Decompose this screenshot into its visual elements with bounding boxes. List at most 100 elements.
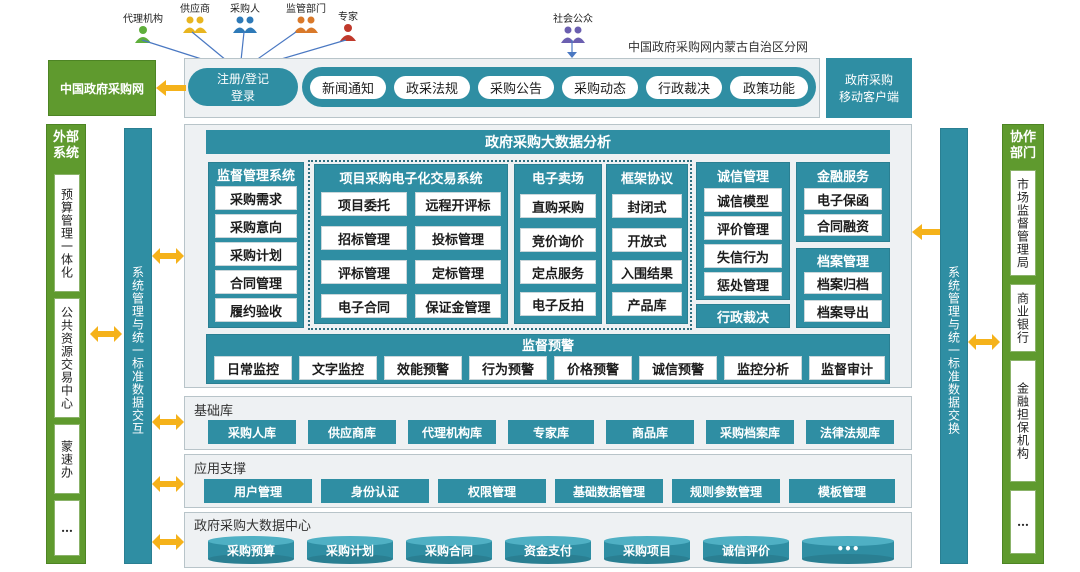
emall-title: 电子卖场	[531, 171, 584, 187]
item-shortlist-result[interactable]: 入围结果	[612, 260, 682, 284]
item-penalty[interactable]: 惩处管理	[704, 272, 782, 296]
tab-news[interactable]: 新闻通知	[310, 76, 386, 99]
tab-ruling[interactable]: 行政裁决	[646, 76, 722, 99]
bigdata-title[interactable]: 政府采购大数据分析	[206, 130, 890, 154]
partner-item-more: …	[1010, 490, 1036, 554]
arrow-both-icon	[152, 414, 184, 430]
supervision-mgmt-title: 监督管理系统	[216, 168, 295, 184]
lib-supplier[interactable]: 供应商库	[308, 420, 396, 444]
item-bidding-inquiry[interactable]: 竞价询价	[520, 228, 596, 252]
item-deposit-mgmt[interactable]: 保证金管理	[415, 294, 501, 318]
db-project[interactable]: 采购项目	[604, 536, 690, 564]
item-e-contract[interactable]: 电子合同	[321, 294, 407, 318]
support-user-mgmt[interactable]: 用户管理	[204, 479, 312, 503]
data-center-title: 政府采购大数据中心	[194, 519, 312, 534]
item-contract-mgmt[interactable]: 合同管理	[215, 270, 297, 294]
partner-item-guarantee[interactable]: 金融担保机构	[1010, 360, 1036, 482]
partner-title: 协作 部门	[1009, 130, 1036, 161]
item-purchase-demand[interactable]: 采购需求	[215, 186, 297, 210]
partner-item-bank[interactable]: 商业银行	[1010, 284, 1036, 352]
right-exchange-label: 系统管理与统一标准数据交换	[946, 265, 961, 435]
db-budget[interactable]: 采购预算	[208, 536, 294, 564]
arrow-both-icon	[152, 534, 184, 550]
item-evaluation[interactable]: 评价管理	[704, 216, 782, 240]
item-open[interactable]: 开放式	[612, 228, 682, 252]
item-price-warning[interactable]: 价格预警	[554, 356, 632, 380]
app-support-title: 应用支撑	[194, 462, 247, 477]
support-permission[interactable]: 权限管理	[438, 479, 546, 503]
support-identity[interactable]: 身份认证	[321, 479, 429, 503]
db-plan[interactable]: 采购计划	[307, 536, 393, 564]
item-supervision-audit[interactable]: 监督审计	[809, 356, 885, 380]
support-base-data[interactable]: 基础数据管理	[555, 479, 663, 503]
item-purchase-intent[interactable]: 采购意向	[215, 214, 297, 238]
portal-title: 中国政府采购网内蒙古自治区分网	[628, 40, 809, 54]
lib-purchaser[interactable]: 采购人库	[208, 420, 296, 444]
base-lib-title: 基础库	[194, 404, 234, 419]
item-product-library[interactable]: 产品库	[612, 292, 682, 316]
db-more: •••	[802, 536, 894, 564]
arrow-left-icon	[912, 224, 940, 240]
db-payment[interactable]: 资金支付	[505, 536, 591, 564]
archive-title: 档案管理	[816, 254, 869, 270]
tab-dynamics[interactable]: 采购动态	[562, 76, 638, 99]
item-archive-export[interactable]: 档案导出	[804, 300, 882, 322]
item-e-guarantee[interactable]: 电子保函	[804, 188, 882, 210]
warning-title: 监督预警	[521, 338, 574, 354]
external-title: 外部 系统	[52, 130, 79, 161]
arrow-both-icon	[968, 334, 1000, 350]
external-item-more: …	[54, 500, 80, 556]
arrow-both-icon	[152, 476, 184, 492]
tab-regulations[interactable]: 政采法规	[394, 76, 470, 99]
item-remote-bidding[interactable]: 远程开评标	[415, 192, 501, 216]
item-monitor-analysis[interactable]: 监控分析	[724, 356, 802, 380]
item-evaluation-mgmt[interactable]: 评标管理	[321, 260, 407, 284]
db-contract[interactable]: 采购合同	[406, 536, 492, 564]
lib-law[interactable]: 法律法规库	[806, 420, 894, 444]
left-exchange-label: 系统管理与统一标准数据交互	[130, 265, 145, 435]
item-tender-mgmt[interactable]: 招标管理	[321, 226, 407, 250]
tab-announcements[interactable]: 采购公告	[478, 76, 554, 99]
item-project-entrust[interactable]: 项目委托	[321, 192, 407, 216]
item-direct-purchase[interactable]: 直购采购	[520, 194, 596, 218]
ccgp-label: 中国政府采购网	[59, 81, 144, 96]
item-credit-warning[interactable]: 诚信预警	[639, 356, 717, 380]
db-credit[interactable]: 诚信评价	[703, 536, 789, 564]
etrade-title: 项目采购电子化交易系统	[339, 171, 483, 187]
item-text-monitor[interactable]: 文字监控	[299, 356, 377, 380]
partner-item-market[interactable]: 市场监督管理局	[1010, 170, 1036, 276]
lib-archive[interactable]: 采购档案库	[706, 420, 794, 444]
support-template[interactable]: 模板管理	[789, 479, 895, 503]
external-item-resources[interactable]: 公共资源交易中心	[54, 298, 80, 418]
external-item-mengsuban[interactable]: 蒙速办	[54, 424, 80, 494]
item-contract-finance[interactable]: 合同融资	[804, 214, 882, 236]
item-efficiency-warning[interactable]: 效能预警	[384, 356, 462, 380]
credit-title: 诚信管理	[716, 169, 769, 185]
admin-ruling-block[interactable]: 行政裁决	[696, 304, 790, 328]
item-acceptance[interactable]: 履约验收	[215, 298, 297, 322]
item-award-mgmt[interactable]: 定标管理	[415, 260, 501, 284]
item-purchase-plan[interactable]: 采购计划	[215, 242, 297, 266]
arrow-both-icon	[90, 326, 122, 342]
item-bid-mgmt[interactable]: 投标管理	[415, 226, 501, 250]
item-behavior-warning[interactable]: 行为预警	[469, 356, 547, 380]
arrow-left-icon	[156, 80, 186, 96]
item-closed[interactable]: 封闭式	[612, 194, 682, 218]
lib-expert[interactable]: 专家库	[508, 420, 594, 444]
item-fixed-service[interactable]: 定点服务	[520, 260, 596, 284]
framework-title: 框架协议	[620, 171, 673, 187]
item-dishonest[interactable]: 失信行为	[704, 244, 782, 268]
login-button[interactable]: 注册/登记 登录	[188, 68, 298, 106]
finance-title: 金融服务	[816, 169, 869, 185]
item-reverse-auction[interactable]: 电子反拍	[520, 292, 596, 316]
mobile-client[interactable]: 政府采购 移动客户端	[826, 58, 912, 118]
lib-agency[interactable]: 代理机构库	[408, 420, 496, 444]
external-item-budget[interactable]: 预算管理一体化	[54, 174, 80, 292]
lib-goods[interactable]: 商品库	[606, 420, 694, 444]
arrow-both-icon	[152, 248, 184, 264]
item-archive-file[interactable]: 档案归档	[804, 272, 882, 294]
item-daily-monitor[interactable]: 日常监控	[214, 356, 292, 380]
item-credit-model[interactable]: 诚信模型	[704, 188, 782, 212]
tab-policy[interactable]: 政策功能	[730, 76, 808, 99]
support-rule-params[interactable]: 规则参数管理	[672, 479, 780, 503]
